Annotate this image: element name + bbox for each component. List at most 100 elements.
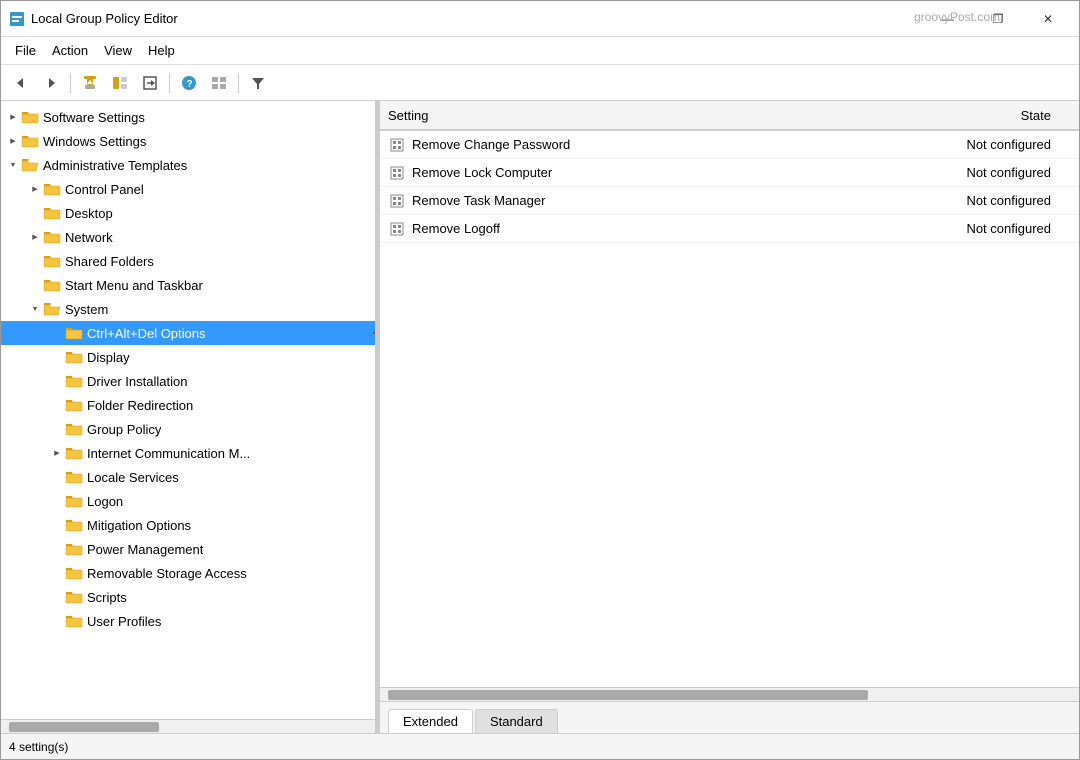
up-button[interactable] [76, 70, 104, 96]
folder-icon-scripts [65, 589, 83, 605]
list-row-row1[interactable]: Remove Change PasswordNot configured [380, 131, 1079, 159]
policy-icon-row2 [388, 164, 406, 182]
expand-icon-network[interactable] [27, 229, 43, 245]
tree-item-logon[interactable]: Logon [1, 489, 375, 513]
tree-horizontal-scrollbar[interactable] [1, 719, 375, 733]
menu-help[interactable]: Help [140, 40, 183, 61]
tree-item-control-panel[interactable]: Control Panel [1, 177, 375, 201]
list-row-row4[interactable]: Remove LogoffNot configured [380, 215, 1079, 243]
folder-icon-ctrl-alt-del [65, 325, 83, 341]
expand-icon-shared-folders[interactable] [27, 253, 43, 269]
policy-icon-row4 [388, 220, 406, 238]
filter-button[interactable] [244, 70, 272, 96]
close-button[interactable]: ✕ [1025, 6, 1071, 32]
tree-item-group-policy[interactable]: Group Policy [1, 417, 375, 441]
back-button[interactable] [7, 70, 35, 96]
show-console-tree-button[interactable] [106, 70, 134, 96]
header-state: State [921, 108, 1071, 123]
tree-item-network[interactable]: Network [1, 225, 375, 249]
tab-extended[interactable]: Extended [388, 709, 473, 733]
tree-item-ctrl-alt-del[interactable]: Ctrl+Alt+Del Options [1, 321, 375, 345]
list-row-row3[interactable]: Remove Task ManagerNot configured [380, 187, 1079, 215]
tree-item-start-menu-taskbar[interactable]: Start Menu and Taskbar [1, 273, 375, 297]
expand-icon-start-menu-taskbar[interactable] [27, 277, 43, 293]
tree-item-system[interactable]: System [1, 297, 375, 321]
tree-label-windows-settings: Windows Settings [43, 134, 146, 149]
expand-icon-admin-templates[interactable] [5, 157, 21, 173]
red-arrow-annotation [373, 323, 375, 343]
forward-icon [43, 75, 59, 91]
tree-label-driver-installation: Driver Installation [87, 374, 187, 389]
folder-icon-logon [65, 493, 83, 509]
expand-icon-system[interactable] [27, 301, 43, 317]
list-content[interactable]: Remove Change PasswordNot configured Rem… [380, 131, 1079, 687]
filter-icon [250, 75, 266, 91]
tree-item-folder-redirection[interactable]: Folder Redirection [1, 393, 375, 417]
expand-icon-software-settings[interactable] [5, 109, 21, 125]
tree-label-internet-comm: Internet Communication M... [87, 446, 250, 461]
tree-item-windows-settings[interactable]: Windows Settings [1, 129, 375, 153]
expand-icon-desktop[interactable] [27, 205, 43, 221]
view-icon [211, 75, 227, 91]
expand-icon-control-panel[interactable] [27, 181, 43, 197]
folder-icon-power-management [65, 541, 83, 557]
tree-hscroll-thumb[interactable] [9, 722, 159, 732]
expand-icon-driver-installation[interactable] [49, 373, 65, 389]
help-icon: ? [181, 75, 197, 91]
expand-icon-windows-settings[interactable] [5, 133, 21, 149]
expand-icon-internet-comm[interactable] [49, 445, 65, 461]
list-row-row2[interactable]: Remove Lock ComputerNot configured [380, 159, 1079, 187]
tree-pane: Software Settings Windows Settings Admin… [1, 101, 376, 733]
separator1 [70, 73, 71, 93]
tree-item-scripts[interactable]: Scripts [1, 585, 375, 609]
tree-label-logon: Logon [87, 494, 123, 509]
tree-item-desktop[interactable]: Desktop [1, 201, 375, 225]
tree-item-locale-services[interactable]: Locale Services [1, 465, 375, 489]
expand-icon-display[interactable] [49, 349, 65, 365]
tree-item-shared-folders[interactable]: Shared Folders [1, 249, 375, 273]
tree-item-removable-storage[interactable]: Removable Storage Access [1, 561, 375, 585]
tree-item-internet-comm[interactable]: Internet Communication M... [1, 441, 375, 465]
tree-item-user-profiles[interactable]: User Profiles [1, 609, 375, 633]
tree-item-admin-templates[interactable]: Administrative Templates [1, 153, 375, 177]
right-hscroll-thumb[interactable] [388, 690, 868, 700]
view-button[interactable] [205, 70, 233, 96]
expand-icon-locale-services[interactable] [49, 469, 65, 485]
menu-view[interactable]: View [96, 40, 140, 61]
forward-button[interactable] [37, 70, 65, 96]
folder-icon-start-menu-taskbar [43, 277, 61, 293]
tree-label-removable-storage: Removable Storage Access [87, 566, 247, 581]
tree-item-driver-installation[interactable]: Driver Installation [1, 369, 375, 393]
expand-icon-folder-redirection[interactable] [49, 397, 65, 413]
folder-icon-driver-installation [65, 373, 83, 389]
tree-item-display[interactable]: Display [1, 345, 375, 369]
tab-standard[interactable]: Standard [475, 709, 558, 733]
export-list-button[interactable] [136, 70, 164, 96]
watermark: groovyPost.com [914, 10, 1000, 24]
expand-icon-removable-storage[interactable] [49, 565, 65, 581]
expand-icon-mitigation-options[interactable] [49, 517, 65, 533]
folder-icon-shared-folders [43, 253, 61, 269]
help-button[interactable]: ? [175, 70, 203, 96]
tree-label-shared-folders: Shared Folders [65, 254, 154, 269]
menu-file[interactable]: File [7, 40, 44, 61]
tree-item-software-settings[interactable]: Software Settings [1, 105, 375, 129]
tree-item-power-management[interactable]: Power Management [1, 537, 375, 561]
tree-label-admin-templates: Administrative Templates [43, 158, 187, 173]
title-bar: Local Group Policy Editor groovyPost.com… [1, 1, 1079, 37]
expand-icon-ctrl-alt-del[interactable] [49, 325, 65, 341]
right-horizontal-scrollbar[interactable] [380, 687, 1079, 701]
expand-icon-group-policy[interactable] [49, 421, 65, 437]
expand-icon-logon[interactable] [49, 493, 65, 509]
expand-icon-user-profiles[interactable] [49, 613, 65, 629]
main-content: Software Settings Windows Settings Admin… [1, 101, 1079, 733]
tree-item-mitigation-options[interactable]: Mitigation Options [1, 513, 375, 537]
console-tree-icon [112, 75, 128, 91]
expand-icon-scripts[interactable] [49, 589, 65, 605]
tree-label-desktop: Desktop [65, 206, 113, 221]
expand-icon-power-management[interactable] [49, 541, 65, 557]
menu-action[interactable]: Action [44, 40, 96, 61]
tree-content[interactable]: Software Settings Windows Settings Admin… [1, 101, 375, 719]
window-title: Local Group Policy Editor [31, 11, 178, 26]
folder-icon-user-profiles [65, 613, 83, 629]
